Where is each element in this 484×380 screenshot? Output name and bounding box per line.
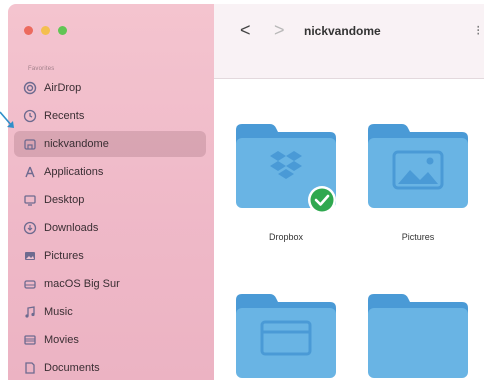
folder-item[interactable] xyxy=(234,292,338,380)
documents-icon xyxy=(22,360,38,376)
sidebar-item-desktop[interactable]: Desktop xyxy=(14,187,206,213)
window-controls xyxy=(24,26,67,35)
airdrop-icon xyxy=(22,80,38,96)
callout-arrow xyxy=(0,111,14,128)
music-icon xyxy=(22,304,38,320)
sidebar-section-favorites: Favorites xyxy=(28,66,55,72)
folder-icon xyxy=(236,294,336,378)
window-title: nickvandome xyxy=(304,24,381,38)
sidebar-item-airdrop[interactable]: AirDrop xyxy=(14,75,206,101)
folder-pictures[interactable] xyxy=(366,122,470,222)
desktop-icon xyxy=(22,192,38,208)
sidebar-item-label: Pictures xyxy=(44,250,84,262)
dropbox-folder-icon xyxy=(236,124,336,214)
checkmark-badge-icon xyxy=(308,186,336,214)
home-icon xyxy=(22,136,38,152)
sidebar-item-label: Documents xyxy=(44,362,100,374)
sidebar-item-applications[interactable]: Applications xyxy=(14,159,206,185)
sidebar-item-pictures[interactable]: Pictures xyxy=(14,243,206,269)
clock-icon xyxy=(22,108,38,124)
drive-icon xyxy=(22,276,38,292)
sidebar-item-label: nickvandome xyxy=(44,138,109,150)
sidebar-item-label: macOS Big Sur xyxy=(44,278,120,290)
sidebar-item-label: Desktop xyxy=(44,194,85,206)
back-button[interactable]: < xyxy=(240,20,251,41)
pictures-folder-icon xyxy=(368,124,468,208)
folder-label: Dropbox xyxy=(268,232,304,242)
sidebar-item-label: Downloads xyxy=(44,222,99,234)
sidebar-item-downloads[interactable]: Downloads xyxy=(14,215,206,241)
sidebar-item-label: Applications xyxy=(44,166,104,178)
pictures-icon xyxy=(22,248,38,264)
folder-dropbox[interactable] xyxy=(234,122,338,222)
folder-label: Pictures xyxy=(401,232,435,242)
content-area: < > nickvandome ⁝ Dropbox Pictures xyxy=(214,4,484,380)
sidebar-item-label: AirDrop xyxy=(44,82,82,94)
folder-icon xyxy=(368,294,468,378)
sidebar-item-label: Recents xyxy=(44,110,85,122)
downloads-icon xyxy=(22,220,38,236)
sidebar-item-label: Music xyxy=(44,306,73,318)
movies-icon xyxy=(22,332,38,348)
minimize-button[interactable] xyxy=(41,26,50,35)
finder-window: Favorites AirDrop Recents nickvandome Ap… xyxy=(0,0,484,380)
zoom-button[interactable] xyxy=(58,26,67,35)
sidebar-item-nickvandome[interactable]: nickvandome xyxy=(14,131,206,157)
sidebar-item-documents[interactable]: Documents xyxy=(14,355,206,380)
sidebar-item-movies[interactable]: Movies xyxy=(14,327,206,353)
sidebar-item-music[interactable]: Music xyxy=(14,299,206,325)
close-button[interactable] xyxy=(24,26,33,35)
toolbar: < > nickvandome ⁝ xyxy=(214,4,484,79)
sidebar-item-recents[interactable]: Recents xyxy=(14,103,206,129)
toolbar-overflow-icon[interactable]: ⁝ xyxy=(476,22,480,39)
applications-icon xyxy=(22,164,38,180)
sidebar-item-label: Movies xyxy=(44,334,79,346)
forward-button[interactable]: > xyxy=(274,20,285,41)
folder-item[interactable] xyxy=(366,292,470,380)
sidebar-item-macos-big-sur[interactable]: macOS Big Sur xyxy=(14,271,206,297)
